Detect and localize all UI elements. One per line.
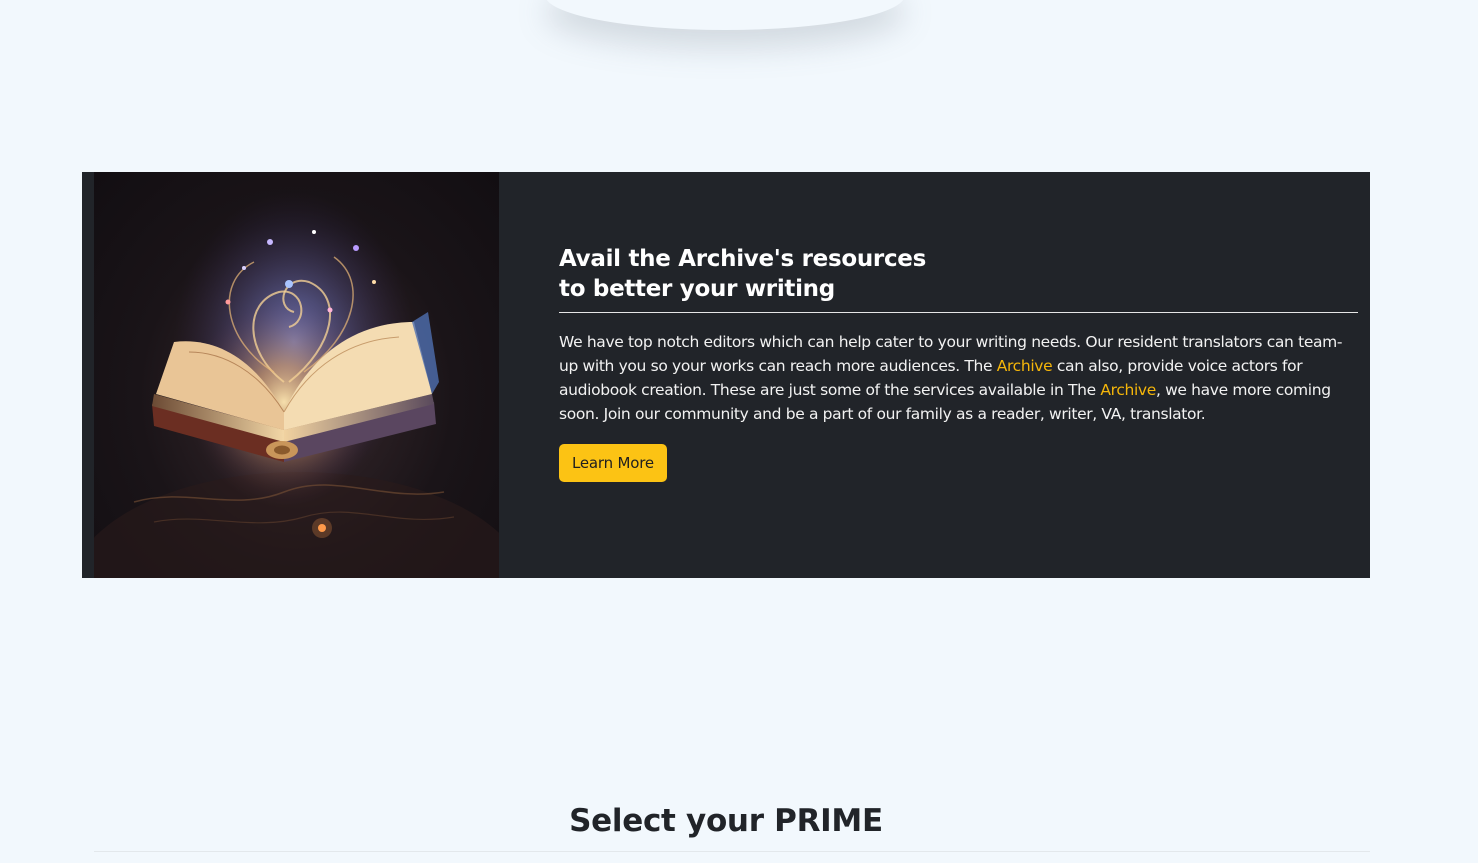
book-illustration xyxy=(94,172,499,578)
banner-content: Avail the Archive's resources to better … xyxy=(559,244,1358,482)
banner-title: Avail the Archive's resources to better … xyxy=(559,244,1358,304)
banner-title-line-1: Avail the Archive's resources xyxy=(559,246,926,272)
archive-link-1[interactable]: Archive xyxy=(997,357,1053,375)
archive-link-2[interactable]: Archive xyxy=(1100,381,1156,399)
page: Avail the Archive's resources to better … xyxy=(0,0,1478,863)
banner-title-line-2: to better your writing xyxy=(559,276,835,302)
section-title: Select your PRIME xyxy=(569,803,883,839)
top-card-shadow xyxy=(545,0,905,30)
section-divider xyxy=(94,851,1370,852)
title-divider xyxy=(559,312,1358,313)
open-book-icon xyxy=(94,192,499,578)
banner-description: We have top notch editors which can help… xyxy=(559,330,1358,426)
learn-more-button[interactable]: Learn More xyxy=(559,444,667,482)
resources-banner: Avail the Archive's resources to better … xyxy=(82,172,1370,578)
